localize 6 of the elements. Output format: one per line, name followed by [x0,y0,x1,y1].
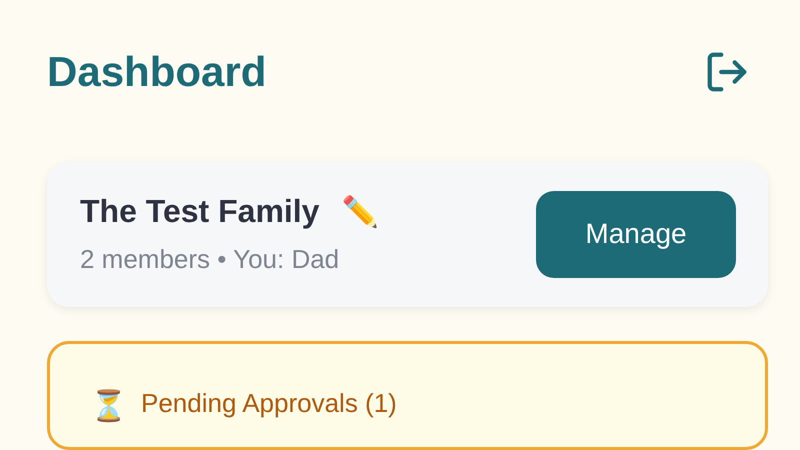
pending-title: Pending Approvals (1) [141,388,397,418]
page-title: Dashboard [47,48,266,96]
manage-button[interactable]: Manage [536,190,736,278]
family-subtitle: 2 members • You: Dad [80,244,340,276]
hourglass-icon: ⏳ [90,388,127,424]
family-name: The Test Family [80,193,320,230]
